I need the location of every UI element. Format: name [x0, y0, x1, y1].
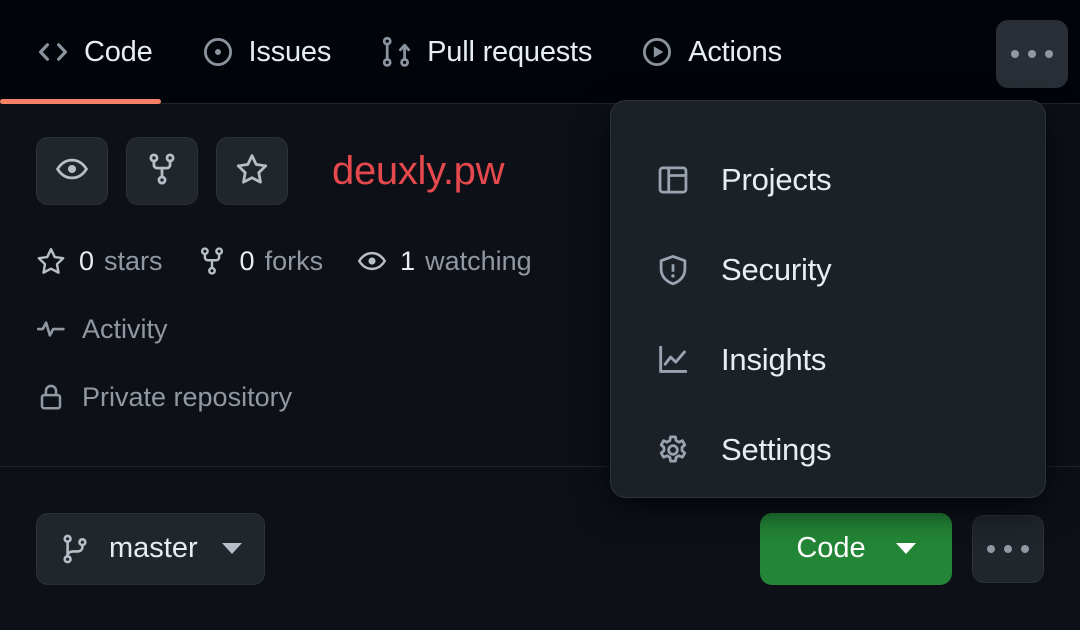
eye-icon	[357, 246, 387, 276]
menu-item-security[interactable]: Security	[611, 225, 1045, 315]
stat-label: forks	[264, 245, 324, 276]
repository-title[interactable]: deuxly.pw	[332, 149, 505, 194]
menu-item-insights[interactable]: Insights	[611, 315, 1045, 405]
code-icon	[36, 35, 70, 69]
kebab-horizontal-icon	[1011, 50, 1053, 58]
menu-item-projects[interactable]: Projects	[611, 135, 1045, 225]
stat-count: 0	[239, 245, 255, 276]
repo-forked-icon	[197, 246, 227, 276]
activity-label: Activity	[82, 313, 168, 344]
chevron-down-icon	[221, 543, 242, 554]
shield-alert-icon	[655, 252, 691, 288]
stat-watching[interactable]: 1 watching	[357, 246, 532, 277]
nav-overflow-menu: Projects Security Insights Settings	[610, 100, 1046, 498]
project-table-icon	[655, 162, 691, 198]
menu-item-label: Projects	[721, 162, 832, 197]
gear-icon	[655, 432, 691, 468]
code-button-label: Code	[796, 532, 866, 564]
stat-label: stars	[104, 245, 163, 276]
nav-item-label: Pull requests	[427, 35, 593, 68]
nav-item-label: Issues	[248, 35, 332, 68]
stat-count: 1	[400, 245, 416, 276]
menu-item-label: Settings	[721, 432, 832, 467]
repo-forked-icon	[145, 152, 179, 191]
nav-item-list: Code Issues Pull requests Actions	[0, 0, 830, 104]
star-icon	[36, 246, 66, 276]
git-branch-icon	[59, 533, 91, 565]
code-download-button[interactable]: Code	[760, 512, 952, 585]
nav-item-issues[interactable]: Issues	[201, 0, 358, 104]
graph-line-icon	[655, 342, 691, 378]
nav-item-label: Code	[84, 35, 153, 68]
toolbar-overflow-button[interactable]	[972, 514, 1044, 583]
toolbar-right-group: Code	[760, 512, 1044, 585]
star-icon	[235, 152, 269, 191]
issue-opened-icon	[201, 35, 235, 69]
kebab-horizontal-icon	[987, 544, 1029, 553]
lock-icon	[36, 382, 66, 412]
chevron-down-icon	[895, 543, 916, 554]
nav-item-pull-requests[interactable]: Pull requests	[379, 0, 618, 104]
visibility-label: Private repository	[82, 381, 293, 412]
menu-item-label: Insights	[721, 342, 827, 377]
branch-name-label: master	[109, 532, 198, 564]
git-pull-request-icon	[379, 35, 413, 69]
nav-item-label: Actions	[688, 35, 782, 68]
nav-overflow-button[interactable]	[996, 20, 1068, 88]
stat-forks[interactable]: 0 forks	[197, 245, 324, 277]
stat-stars[interactable]: 0 stars	[36, 246, 163, 277]
eye-icon	[55, 152, 89, 191]
stat-count: 0	[79, 245, 95, 276]
watch-button[interactable]	[36, 137, 108, 205]
fork-button[interactable]	[126, 137, 198, 205]
menu-item-settings[interactable]: Settings	[611, 405, 1045, 495]
repository-nav: Code Issues Pull requests Actions	[0, 0, 1080, 104]
stat-label: watching	[425, 245, 532, 276]
pulse-icon	[36, 314, 66, 344]
play-circle-icon	[640, 35, 674, 69]
nav-item-actions[interactable]: Actions	[640, 0, 808, 104]
menu-item-label: Security	[721, 252, 832, 287]
branch-selector-button[interactable]: master	[36, 512, 265, 585]
nav-item-code[interactable]: Code	[0, 0, 179, 104]
star-button[interactable]	[216, 137, 288, 205]
